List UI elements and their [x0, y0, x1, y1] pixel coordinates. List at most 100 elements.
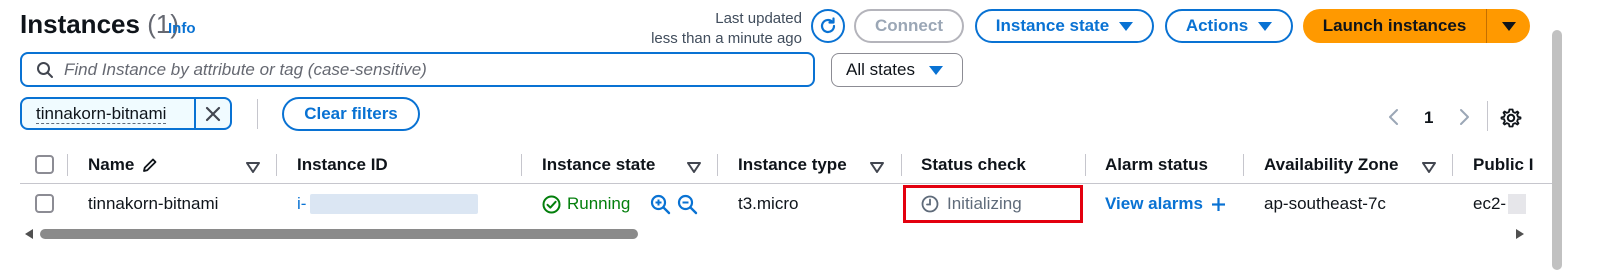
column-header-instance-type-label: Instance type	[738, 155, 847, 174]
last-updated-value: less than a minute ago	[651, 30, 802, 47]
states-select[interactable]: All states	[831, 53, 963, 87]
zoom-in-icon[interactable]	[650, 194, 671, 215]
cell-instance-state: Running	[542, 193, 698, 215]
column-separator	[1452, 154, 1453, 176]
public-dns-text: ec2-	[1473, 194, 1507, 213]
last-updated: Last updated less than a minute ago	[630, 9, 802, 49]
pencil-icon	[143, 158, 157, 172]
actions-button[interactable]: Actions	[1165, 9, 1293, 43]
sort-az-caret[interactable]	[1422, 160, 1436, 178]
info-link[interactable]: Info	[168, 20, 196, 37]
horizontal-scrollbar-thumb[interactable]	[40, 229, 638, 239]
sort-type-caret[interactable]	[870, 160, 884, 178]
instance-state-text: Running	[567, 194, 631, 213]
filter-token-text: tinnakorn-bitnami	[36, 103, 167, 124]
cell-instance-type: t3.micro	[738, 194, 799, 213]
instance-state-button[interactable]: Instance state	[975, 9, 1154, 43]
column-header-name[interactable]: Name	[88, 154, 158, 176]
column-separator	[521, 154, 522, 176]
column-separator	[1085, 154, 1086, 176]
search-icon	[37, 61, 53, 78]
search-input[interactable]	[64, 59, 784, 80]
states-select-value: All states	[846, 60, 915, 79]
connect-button-label: Connect	[875, 16, 943, 35]
clear-filters-button[interactable]: Clear filters	[282, 97, 420, 131]
instance-id-link[interactable]: i-	[297, 194, 306, 214]
column-header-instance-id[interactable]: Instance ID	[297, 154, 388, 176]
cell-status-check: Initializing	[921, 193, 1022, 215]
column-separator	[717, 154, 718, 176]
scroll-right-arrow[interactable]	[1516, 229, 1524, 239]
column-header-instance-state[interactable]: Instance state	[542, 154, 655, 176]
column-header-public-dns-label: Public I	[1473, 155, 1534, 174]
caret-down-icon	[928, 65, 943, 75]
table-settings-button[interactable]	[1500, 107, 1522, 134]
refresh-button[interactable]	[811, 9, 845, 43]
column-header-instance-id-label: Instance ID	[297, 155, 388, 174]
launch-instances-label: Launch instances	[1322, 16, 1467, 35]
column-header-alarm-status-label: Alarm status	[1105, 155, 1208, 174]
scroll-left-arrow[interactable]	[25, 229, 33, 239]
clock-icon	[921, 195, 939, 213]
sort-caret-icon	[1422, 162, 1436, 173]
column-header-availability-zone[interactable]: Availability Zone	[1264, 154, 1398, 176]
redacted-instance-id	[310, 194, 479, 214]
clear-filters-label: Clear filters	[304, 104, 398, 123]
redacted-public-dns	[1508, 194, 1527, 214]
vertical-scrollbar[interactable]	[1552, 30, 1562, 270]
cell-instance-id[interactable]: i-	[297, 193, 479, 215]
previous-page-button[interactable]	[1387, 107, 1401, 132]
column-header-status-check[interactable]: Status check	[921, 154, 1026, 176]
zoom-controls	[650, 194, 698, 215]
column-separator	[276, 154, 277, 176]
column-separator	[1243, 154, 1244, 176]
remove-filter-button[interactable]	[196, 105, 230, 123]
chevron-left-icon	[1389, 109, 1398, 125]
filter-token-label[interactable]: tinnakorn-bitnami	[22, 103, 194, 124]
pager-divider	[1487, 101, 1488, 131]
search-box	[20, 52, 815, 87]
column-header-status-check-label: Status check	[921, 155, 1026, 174]
plus-icon	[1211, 197, 1225, 211]
cell-availability-zone: ap-southeast-7c	[1264, 194, 1386, 213]
sort-caret-icon	[870, 162, 884, 173]
gear-icon	[1500, 108, 1522, 128]
connect-button[interactable]: Connect	[854, 9, 964, 43]
sort-name-caret[interactable]	[246, 160, 260, 178]
close-icon	[205, 106, 221, 121]
status-check-text: Initializing	[947, 194, 1022, 213]
actions-button-label: Actions	[1185, 16, 1249, 35]
cell-name: tinnakorn-bitnami	[88, 194, 219, 213]
last-updated-label: Last updated	[715, 10, 802, 27]
select-all-checkbox[interactable]	[35, 155, 54, 174]
row-select-checkbox[interactable]	[35, 194, 54, 213]
page-title: Instances (1)	[20, 9, 179, 40]
caret-down-icon	[1258, 21, 1273, 31]
caret-down-icon	[1501, 21, 1516, 31]
filter-token: tinnakorn-bitnami	[20, 97, 232, 130]
sort-caret-icon	[246, 162, 260, 173]
launch-instances-button[interactable]: Launch instances	[1303, 9, 1486, 43]
instance-state-button-label: Instance state	[995, 16, 1110, 35]
view-alarms-link[interactable]: View alarms	[1105, 193, 1226, 215]
next-page-button[interactable]	[1457, 107, 1471, 132]
page-number[interactable]: 1	[1424, 108, 1433, 128]
chevron-right-icon	[1460, 109, 1469, 125]
column-header-instance-state-label: Instance state	[542, 155, 656, 174]
column-header-instance-type[interactable]: Instance type	[738, 154, 847, 176]
column-header-public-dns[interactable]: Public I	[1473, 154, 1548, 176]
zoom-out-icon[interactable]	[677, 194, 698, 215]
launch-options-button[interactable]	[1487, 21, 1530, 31]
table-header-divider	[20, 183, 1560, 184]
launch-instances-group: Launch instances	[1303, 9, 1530, 43]
cell-public-dns: ec2-	[1473, 193, 1548, 215]
column-header-availability-zone-label: Availability Zone	[1264, 155, 1399, 174]
column-separator	[901, 154, 902, 176]
filter-divider	[257, 99, 258, 129]
column-header-alarm-status[interactable]: Alarm status	[1105, 154, 1208, 176]
sort-caret-icon	[687, 162, 701, 173]
column-separator	[67, 154, 68, 176]
view-alarms-text: View alarms	[1105, 194, 1203, 213]
sort-state-caret[interactable]	[687, 160, 701, 178]
refresh-icon	[820, 17, 836, 34]
